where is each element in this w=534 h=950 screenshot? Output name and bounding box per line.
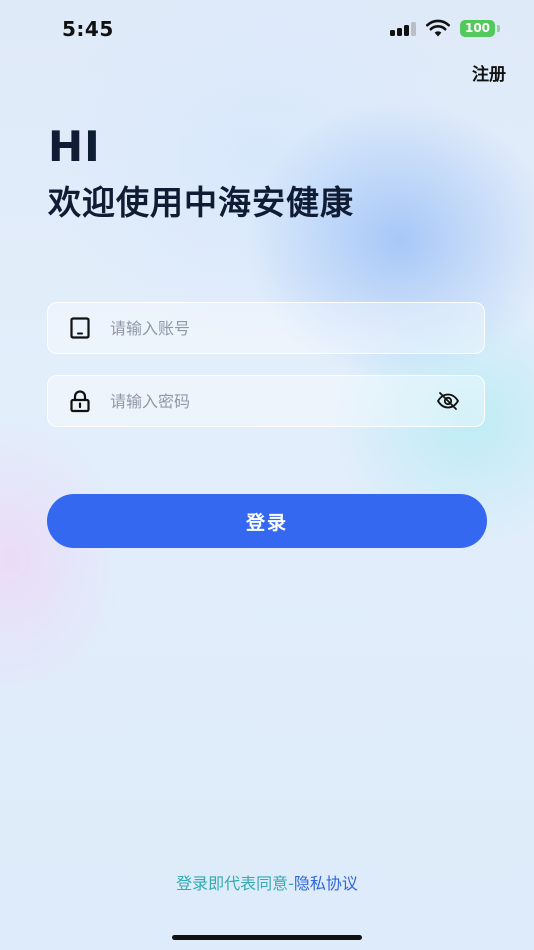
status-time: 5:45 — [62, 17, 114, 41]
welcome-title: 欢迎使用中海安健康 — [48, 183, 354, 222]
status-bar: 5:45 100 — [0, 0, 534, 58]
agreement-text: 登录即代表同意-隐私协议 — [0, 870, 534, 894]
password-field[interactable] — [47, 375, 485, 427]
privacy-policy-link[interactable]: 隐私协议 — [294, 874, 358, 893]
eye-off-icon[interactable] — [436, 391, 460, 411]
agreement-prefix: 登录即代表同意- — [176, 874, 294, 893]
battery-cap — [497, 25, 500, 32]
register-link[interactable]: 注册 — [472, 60, 506, 85]
wifi-icon — [426, 19, 450, 37]
account-input[interactable] — [108, 303, 412, 354]
phone-icon — [70, 317, 90, 339]
battery-icon: 100 — [460, 20, 495, 37]
home-indicator[interactable] — [172, 935, 362, 940]
account-field[interactable] — [47, 302, 485, 354]
greeting-title: HI — [48, 122, 101, 171]
login-button[interactable]: 登录 — [47, 494, 487, 548]
password-input[interactable] — [108, 376, 412, 427]
lock-icon — [70, 390, 90, 413]
cellular-signal-icon — [390, 22, 418, 36]
